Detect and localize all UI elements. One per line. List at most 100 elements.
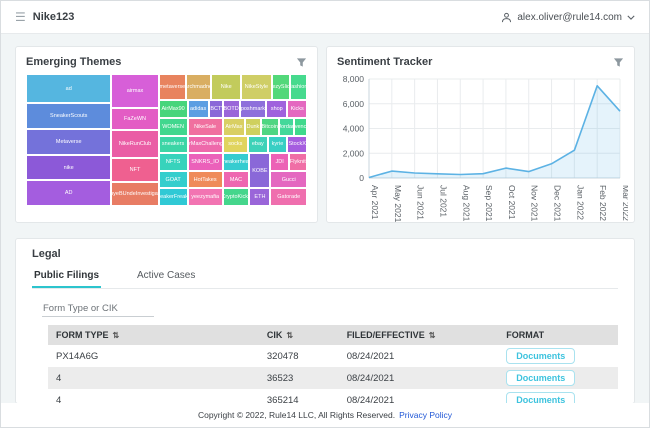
sentiment-chart: 02,0004,0006,0008,000Apr 2021May 2021Jun… — [327, 74, 634, 233]
brand: ☰ Nike123 — [15, 10, 74, 24]
treemap-tile[interactable]: poshmark — [240, 100, 267, 118]
treemap-tile[interactable]: Givenchy — [294, 118, 307, 136]
emerging-themes-card: Emerging Themes adSneakerScoutsMetaverse… — [15, 46, 318, 223]
treemap-tile[interactable]: AirMaxChallenge — [188, 136, 223, 154]
treemap-tile[interactable]: KanyeBUndeInvestigation — [111, 182, 158, 206]
user-icon — [501, 12, 512, 23]
treemap-tile[interactable]: SneakerFreaker — [159, 188, 188, 206]
emerging-themes-title: Emerging Themes — [26, 56, 121, 68]
treemap-tile[interactable]: JDI — [270, 153, 288, 171]
tab-public-filings[interactable]: Public Filings — [32, 266, 101, 288]
col-header-filed-effective[interactable]: FILED/EFFECTIVE⇅ — [339, 325, 499, 345]
documents-button[interactable]: Documents — [506, 348, 575, 364]
treemap-tile[interactable]: Flyknit — [289, 153, 307, 171]
format-cell: Documents — [498, 367, 618, 389]
treemap-tile[interactable]: AirMax — [223, 118, 245, 136]
treemap-tile[interactable]: Dunk — [245, 118, 260, 136]
treemap-tile[interactable]: Nike — [211, 74, 241, 100]
svg-text:8,000: 8,000 — [343, 74, 365, 84]
treemap-tile[interactable]: airmax — [111, 74, 158, 108]
col-header-form-type[interactable]: FORM TYPE⇅ — [48, 325, 259, 345]
form-type-cell: PX14A6G — [48, 345, 259, 367]
documents-button[interactable]: Documents — [506, 392, 575, 403]
copyright-text: Copyright © 2022, Rule14 LLC, All Rights… — [198, 410, 395, 420]
treemap-tile[interactable]: sneakers — [159, 136, 188, 154]
treemap-tile[interactable]: Bitcoin — [261, 118, 279, 136]
svg-text:Aug 2021: Aug 2021 — [461, 185, 471, 222]
sort-icon: ⇅ — [113, 331, 120, 340]
svg-text:Feb 2022: Feb 2022 — [598, 185, 608, 221]
form-type-cik-input[interactable] — [42, 301, 154, 317]
treemap-tile[interactable]: SNKRS_IO — [188, 153, 223, 171]
treemap-tile[interactable]: HotTakes — [188, 171, 223, 189]
svg-text:Apr 2021: Apr 2021 — [370, 185, 380, 220]
treemap-tile[interactable]: socks — [223, 136, 248, 154]
legal-title: Legal — [32, 248, 618, 260]
form-type-cell: 4 — [48, 389, 259, 403]
treemap-tile[interactable]: Gucci — [270, 171, 307, 189]
svg-text:Mar 2022: Mar 2022 — [621, 185, 628, 221]
filed-effective-cell: 08/24/2021 — [339, 345, 499, 367]
treemap-tile[interactable]: NFT — [111, 158, 158, 181]
legal-card: Legal Public Filings Active Cases FORM T… — [15, 238, 635, 403]
format-cell: Documents — [498, 345, 618, 367]
filter-icon[interactable] — [296, 57, 307, 68]
treemap-tile[interactable]: AD — [26, 180, 111, 206]
svg-text:Jun 2021: Jun 2021 — [416, 185, 426, 220]
treemap-tile[interactable]: AirMax90 — [159, 100, 188, 118]
treemap-tile[interactable]: ad — [26, 74, 111, 103]
app-window: ☰ Nike123 alex.oliver@rule14.com Emergin… — [0, 0, 650, 428]
chevron-down-icon — [627, 15, 635, 20]
treemap-tile[interactable]: NFTS — [159, 153, 188, 171]
privacy-policy-link[interactable]: Privacy Policy — [399, 410, 452, 420]
treemap-tile[interactable]: NikeRunClub — [111, 130, 158, 158]
cik-cell: 365214 — [259, 389, 339, 403]
treemap-tile[interactable]: adidas — [188, 100, 209, 118]
svg-text:6,000: 6,000 — [343, 99, 365, 109]
svg-text:4,000: 4,000 — [343, 124, 365, 134]
treemap-tile[interactable]: metaverse — [159, 74, 187, 100]
treemap-tile[interactable]: shop — [266, 100, 287, 118]
filter-icon[interactable] — [613, 57, 624, 68]
treemap-tile[interactable]: NikeStyle — [241, 74, 272, 100]
treemap-tile[interactable]: yeezymafia — [188, 188, 223, 206]
col-header-cik[interactable]: CIK⇅ — [259, 325, 339, 345]
filed-effective-cell: 08/24/2021 — [339, 367, 499, 389]
treemap-tile[interactable]: SneakerScouts — [26, 103, 111, 129]
treemap-tile[interactable]: NBCTV — [209, 100, 223, 118]
treemap-tile[interactable]: StockX — [287, 136, 307, 154]
treemap-tile[interactable]: YeezySlides — [272, 74, 290, 100]
treemap-tile[interactable]: FaZeWN — [111, 108, 158, 130]
treemap-tile[interactable]: ETH — [249, 188, 270, 206]
treemap-tile[interactable]: sneakerhead — [223, 153, 250, 171]
themes-treemap: adSneakerScoutsMetaversenikeAD airmaxFaZe… — [26, 74, 307, 206]
documents-button[interactable]: Documents — [506, 370, 575, 386]
filings-search-row — [32, 289, 618, 325]
treemap-tile[interactable]: nike — [26, 155, 111, 180]
tab-active-cases[interactable]: Active Cases — [135, 266, 197, 288]
treemap-tile[interactable]: BOTD — [223, 100, 240, 118]
treemap-tile[interactable]: CryptoKicks — [223, 188, 250, 206]
table-row: 43652308/24/2021Documents — [48, 367, 618, 389]
svg-text:May 2021: May 2021 — [393, 185, 403, 223]
menu-icon[interactable]: ☰ — [15, 10, 26, 24]
treemap-tile[interactable]: Jordan — [279, 118, 294, 136]
treemap-tile[interactable]: ebay — [248, 136, 268, 154]
treemap-tile[interactable]: NikeSale — [188, 118, 223, 136]
user-menu[interactable]: alex.oliver@rule14.com — [501, 12, 635, 23]
treemap-tile[interactable]: KOBE — [249, 153, 270, 188]
table-row: 436521408/24/2021Documents — [48, 389, 618, 403]
treemap-tile[interactable]: WOMEN — [159, 118, 188, 136]
treemap-tile[interactable]: MAC — [223, 171, 250, 189]
treemap-tile[interactable]: fashion — [290, 74, 307, 100]
treemap-tile[interactable]: Gatorade — [270, 188, 307, 206]
filings-table: FORM TYPE⇅ CIK⇅ FILED/EFFECTIVE⇅ FORMAT … — [48, 325, 618, 403]
user-email: alex.oliver@rule14.com — [517, 12, 622, 23]
svg-text:Sep 2021: Sep 2021 — [484, 185, 494, 222]
treemap-tile[interactable]: marchmadness — [186, 74, 211, 100]
sentiment-tracker-card: Sentiment Tracker 02,0004,0006,0008,000A… — [326, 46, 635, 223]
treemap-tile[interactable]: Metaverse — [26, 129, 111, 155]
treemap-tile[interactable]: kyrie — [268, 136, 288, 154]
treemap-tile[interactable]: Kicks — [287, 100, 307, 118]
treemap-tile[interactable]: GOAT — [159, 171, 188, 189]
